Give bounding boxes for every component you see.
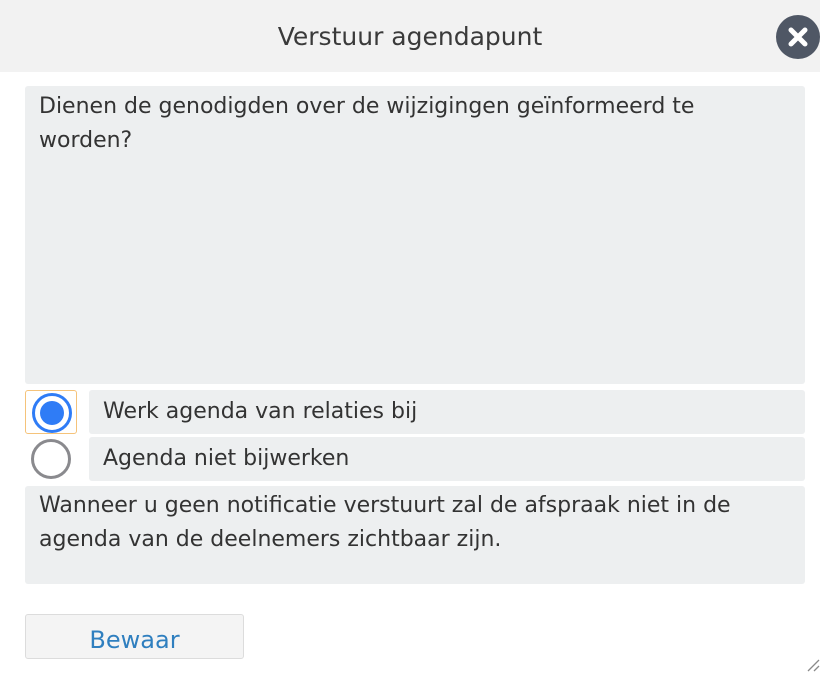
option-no-update-label[interactable]: Agenda niet bijwerken <box>89 437 805 481</box>
dialog-title: Verstuur agendapunt <box>277 22 543 51</box>
radio-update-agenda[interactable] <box>32 393 72 433</box>
radio-update-agenda-box[interactable] <box>25 390 77 434</box>
option-update-agenda-label[interactable]: Werk agenda van relaties bij <box>89 390 805 434</box>
radio-no-update[interactable] <box>31 439 71 479</box>
save-button[interactable]: Bewaar <box>25 614 244 659</box>
question-text: Dienen de genodigden over de wijzigingen… <box>25 86 805 384</box>
resize-grip-icon[interactable] <box>806 658 820 672</box>
close-button[interactable] <box>776 15 820 59</box>
radio-no-update-box[interactable] <box>25 437 77 481</box>
close-icon <box>788 27 808 47</box>
notice-text: Wanneer u geen notificatie verstuurt zal… <box>25 486 805 584</box>
